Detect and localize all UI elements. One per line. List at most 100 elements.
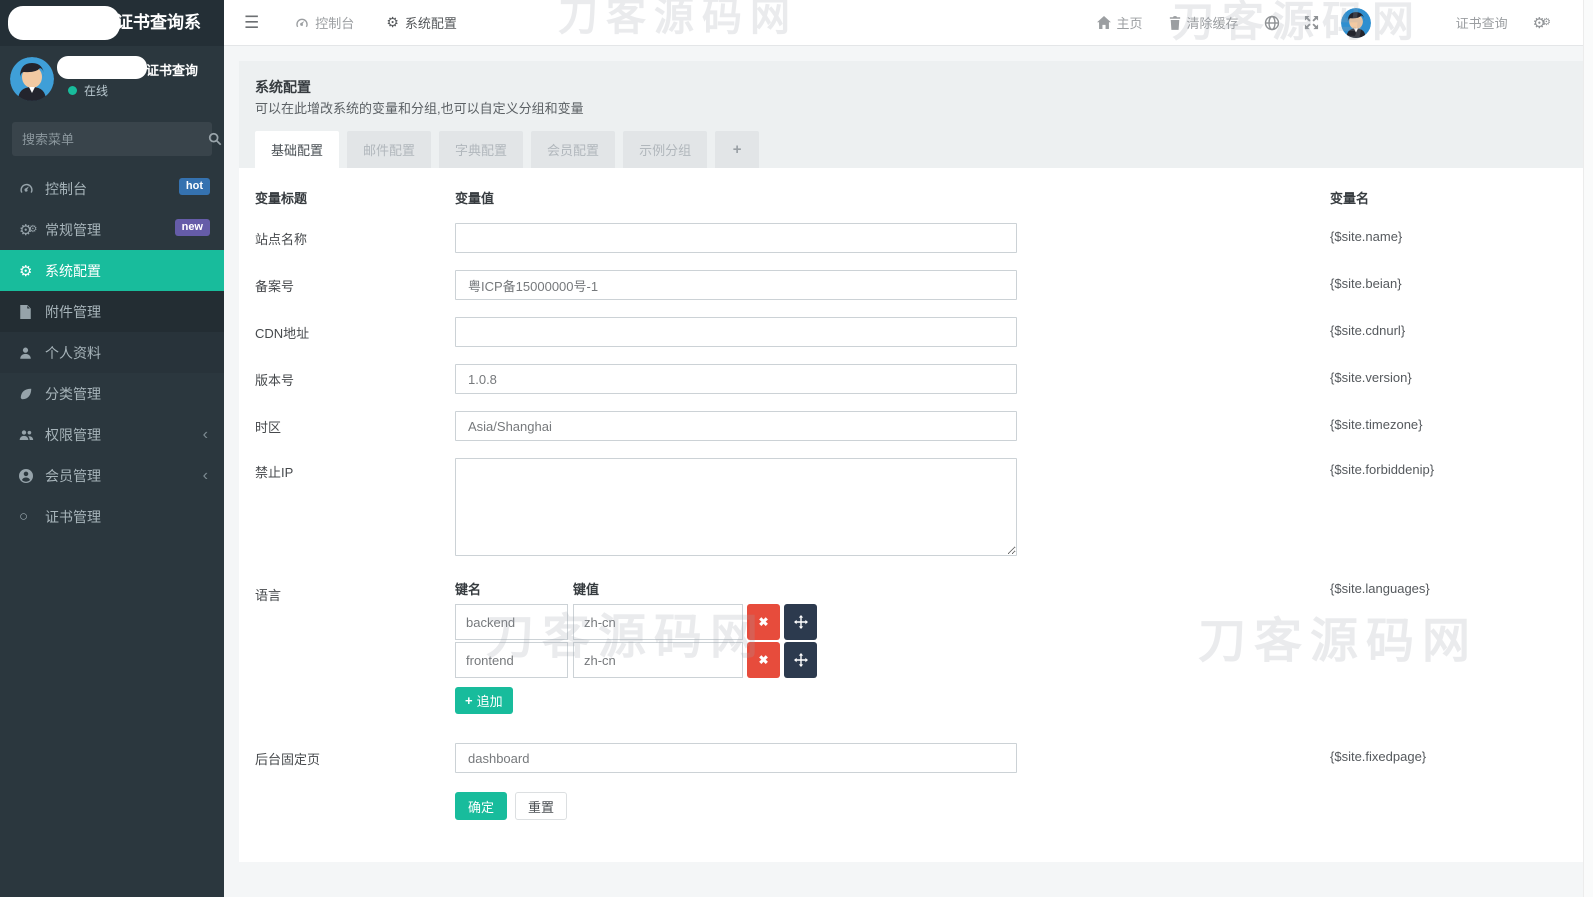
timezone-input[interactable] <box>455 411 1017 441</box>
user-name: 证书查询 <box>146 60 198 79</box>
page-subtitle: 可以在此增改系统的变量和分组,也可以自定义分组和变量 <box>255 98 584 117</box>
append-row-button[interactable]: + 追加 <box>455 687 513 714</box>
column-header-name: 变量名 <box>1330 188 1369 207</box>
settings-cogs-icon[interactable]: ⚙⚙ <box>1521 0 1563 45</box>
home-link[interactable]: 主页 <box>1084 0 1156 45</box>
sidebar-item-categories[interactable]: 分类管理 <box>0 373 224 414</box>
beian-input[interactable] <box>455 270 1017 300</box>
kv-value-header: 键值 <box>573 579 599 598</box>
home-icon <box>1097 16 1111 29</box>
field-label: 禁止IP <box>255 462 293 481</box>
circle-icon: ○ <box>19 508 39 525</box>
tab-console[interactable]: 控制台 <box>279 0 370 45</box>
new-badge: new <box>175 219 210 236</box>
user-status-label: 在线 <box>84 82 108 99</box>
field-label: 时区 <box>255 417 281 436</box>
fixedpage-input[interactable] <box>455 743 1017 773</box>
cogs-icon: ⚙⚙ <box>19 221 39 239</box>
sidebar-item-members[interactable]: 会员管理 ‹ <box>0 455 224 496</box>
language-pair-row: ✖ <box>455 642 1017 678</box>
tab-member-config[interactable]: 会员配置 <box>531 131 615 168</box>
language-key-input[interactable] <box>455 604 568 640</box>
form-row-fixedpage: 后台固定页 {$site.fixedpage} <box>255 743 1567 773</box>
sidebar-submenu-general: ⚙ 系统配置 附件管理 个人资料 <box>0 250 224 373</box>
chevron-left-icon: ‹ <box>203 468 208 484</box>
version-input[interactable] <box>455 364 1017 394</box>
language-value-input[interactable] <box>573 642 743 678</box>
site-name-input[interactable] <box>455 223 1017 253</box>
sidebar-item-profile[interactable]: 个人资料 <box>0 332 224 373</box>
variable-name: {$site.languages} <box>1330 581 1430 596</box>
hamburger-icon[interactable]: ☰ <box>224 0 279 45</box>
variable-name: {$site.cdnurl} <box>1330 323 1405 338</box>
navbar-left: ☰ 控制台 ⚙ 系统配置 <box>224 0 473 45</box>
panel-body: 变量标题 变量值 变量名 站点名称 {$site.name} 备案号 {$sit… <box>239 168 1583 820</box>
language-icon[interactable] <box>1252 0 1292 45</box>
kv-headers: 键名 键值 <box>455 579 1017 598</box>
tab-dictionary-config[interactable]: 字典配置 <box>439 131 523 168</box>
form-row-forbiddenip: 禁止IP {$site.forbiddenip} <box>255 458 1567 559</box>
tachometer-icon <box>295 16 309 30</box>
site-front-link-label: 证书查询 <box>1456 13 1508 32</box>
sidebar-item-label: 权限管理 <box>45 425 101 445</box>
variable-name: {$site.beian} <box>1330 276 1402 291</box>
online-dot-icon <box>68 86 77 95</box>
language-pair-row: ✖ <box>455 604 1017 640</box>
form-column-headers: 变量标题 变量值 变量名 <box>255 188 1567 204</box>
sidebar-item-console[interactable]: 控制台 hot <box>0 168 224 209</box>
tab-system-config[interactable]: ⚙ 系统配置 <box>370 0 473 45</box>
clear-cache-link[interactable]: 清除缓存 <box>1156 0 1252 45</box>
variable-name: {$site.version} <box>1330 370 1412 385</box>
sidebar-item-system-config[interactable]: ⚙ 系统配置 <box>0 250 224 291</box>
forbidden-ip-textarea[interactable] <box>455 458 1017 556</box>
language-value-input[interactable] <box>573 604 743 640</box>
sidebar-item-label: 证书管理 <box>45 507 101 527</box>
cdn-url-input[interactable] <box>455 317 1017 347</box>
field-label: 版本号 <box>255 370 294 389</box>
avatar <box>10 57 54 101</box>
tab-basic-config[interactable]: 基础配置 <box>255 131 339 168</box>
gear-icon: ⚙ <box>19 262 39 280</box>
tab-mail-config[interactable]: 邮件配置 <box>347 131 431 168</box>
delete-row-button[interactable]: ✖ <box>747 642 780 678</box>
move-icon <box>794 653 808 667</box>
chevron-left-icon: ‹ <box>203 427 208 443</box>
sidebar-item-certificates[interactable]: ○ 证书管理 <box>0 496 224 537</box>
drag-row-button[interactable] <box>784 604 817 640</box>
field-label: CDN地址 <box>255 323 309 342</box>
append-label: 追加 <box>477 691 503 710</box>
search-icon[interactable] <box>208 132 222 146</box>
sidebar-item-label: 常规管理 <box>45 220 101 240</box>
submit-button[interactable]: 确定 <box>455 792 507 820</box>
user-panel: 证书查询 在线 <box>0 46 224 110</box>
add-group-tab-button[interactable]: + <box>715 131 759 168</box>
form-row-timezone: 时区 {$site.timezone} <box>255 411 1567 441</box>
page-title: 系统配置 <box>255 77 311 97</box>
drag-row-button[interactable] <box>784 642 817 678</box>
hot-badge: hot <box>179 178 210 195</box>
scrollbar[interactable] <box>1583 0 1593 897</box>
column-header-title: 变量标题 <box>255 188 307 207</box>
sidebar-item-attachments[interactable]: 附件管理 <box>0 291 224 332</box>
sidebar-item-general[interactable]: ⚙⚙ 常规管理 new <box>0 209 224 250</box>
tab-console-label: 控制台 <box>315 13 354 32</box>
fullscreen-expand-icon[interactable] <box>1292 0 1331 45</box>
delete-row-button[interactable]: ✖ <box>747 604 780 640</box>
language-key-input[interactable] <box>455 642 568 678</box>
form-row-languages: 语言 键名 键值 ✖ ✖ <box>255 579 1567 714</box>
sidebar-item-label: 系统配置 <box>45 261 101 281</box>
move-icon <box>794 615 808 629</box>
sidebar-item-permissions[interactable]: 权限管理 ‹ <box>0 414 224 455</box>
navbar-avatar[interactable] <box>1341 8 1371 38</box>
reset-button[interactable]: 重置 <box>515 792 567 820</box>
variable-name: {$site.timezone} <box>1330 417 1423 432</box>
user-circle-icon <box>19 469 39 483</box>
sidebar-item-label: 分类管理 <box>45 384 101 404</box>
menu-search-input[interactable] <box>12 132 208 147</box>
clear-cache-label: 清除缓存 <box>1187 13 1239 32</box>
tab-example-group[interactable]: 示例分组 <box>623 131 707 168</box>
form-row-cdnurl: CDN地址 {$site.cdnurl} <box>255 317 1567 347</box>
site-front-link[interactable]: 证书查询 <box>1443 0 1521 45</box>
brand-title: 证书查询系 <box>116 0 201 46</box>
sidebar: 证书查询系 证书查询 在线 <box>0 0 224 897</box>
